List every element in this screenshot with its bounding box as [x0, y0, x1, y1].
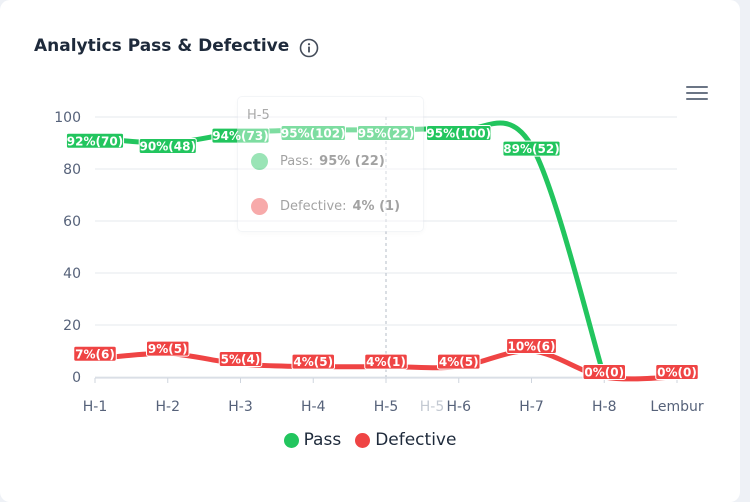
crosshair-label: H-5 [420, 399, 445, 415]
y-tick-label: 20 [63, 318, 81, 334]
data-label-defective: 9%(5) [148, 342, 188, 356]
data-label-defective: 0%(0) [584, 366, 624, 380]
data-label-pass: 90%(48) [140, 140, 196, 154]
data-label-defective: 4%(5) [439, 355, 479, 369]
tooltip-row-defective: Defective: 4% (1) [251, 198, 400, 215]
data-label-pass: 89%(52) [503, 142, 559, 156]
line-chart: 020406080100H-1 H-2 H-3 H-4 H-5 H-6 H-7 H-8 Lemb… [54, 110, 704, 415]
tooltip-series-name: Defective: [280, 199, 347, 214]
legend-item-pass[interactable]: Pass [283, 430, 342, 450]
data-label-defective: 0%(0) [657, 366, 697, 380]
tooltip-series-name: Pass: [280, 154, 314, 169]
x-tick-label: H-2 [156, 399, 181, 415]
x-tick-label: H-8 [592, 399, 617, 415]
x-tick-label: H-4 [301, 399, 326, 415]
data-label-defective: 4%(1) [366, 355, 406, 369]
analytics-card: Analytics Pass & Defective 0 20 40 60 80 100 H… [0, 0, 740, 502]
x-tick-label: Lembur [650, 399, 704, 415]
y-tick-label: 80 [63, 162, 81, 178]
x-tick-label: H-7 [519, 399, 544, 415]
data-label-pass: 95%(100) [426, 127, 491, 141]
pass-marker-icon [251, 153, 268, 170]
legend-label: Defective [375, 430, 457, 450]
y-tick-label: 100 [54, 110, 81, 126]
data-label-pass: 92%(70) [67, 134, 123, 148]
legend-item-defective[interactable]: Defective [355, 430, 456, 450]
chart-legend: Pass Defective [0, 430, 740, 450]
tooltip-series-value: 95% (22) [319, 154, 385, 169]
y-tick-label: 60 [63, 214, 81, 230]
x-tick-label: H-3 [228, 399, 253, 415]
y-tick-label: 40 [63, 266, 81, 282]
legend-marker-icon [355, 432, 371, 448]
tooltip-series-value: 4% (1) [352, 199, 401, 214]
data-label-defective: 7%(6) [75, 347, 115, 361]
legend-label: Pass [303, 430, 342, 450]
x-tick-label: H-6 [447, 399, 472, 415]
x-tick-label: H-1 [83, 399, 108, 415]
data-label-defective: 10%(6) [507, 340, 555, 354]
x-tick-label: H-5 [374, 399, 399, 415]
chart-tooltip: H-5 Pass: 95% (22) Defective: 4% (1) [237, 96, 424, 232]
tooltip-title: H-5 [247, 108, 270, 123]
legend-marker-icon [283, 432, 299, 448]
defective-marker-icon [251, 198, 268, 215]
y-tick-label: 0 [72, 370, 81, 386]
tooltip-row-pass: Pass: 95% (22) [251, 153, 385, 170]
data-label-defective: 5%(4) [221, 353, 261, 367]
data-label-defective: 4%(5) [293, 355, 333, 369]
